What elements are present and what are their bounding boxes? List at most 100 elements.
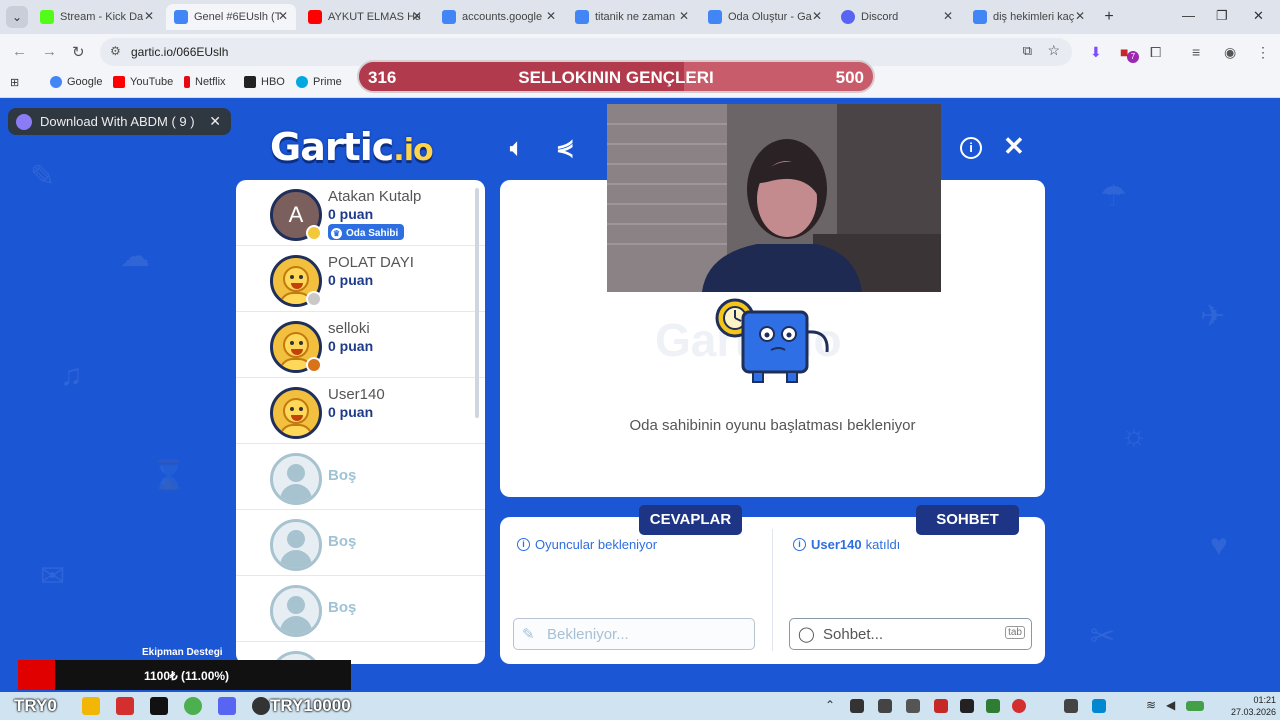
tab-title: Stream - Kick Da	[60, 11, 144, 23]
close-window-button[interactable]: ✕	[1253, 8, 1264, 24]
player-row[interactable]: selloki 0 puan	[236, 312, 485, 378]
extension-badge-count: 7	[1127, 51, 1139, 63]
back-icon[interactable]: ←	[12, 43, 27, 60]
tab-title: Discord	[861, 11, 899, 23]
score-goal: 500	[835, 68, 864, 87]
minimize-button[interactable]: —	[1182, 8, 1195, 23]
background-doodle-icon: ☂	[1100, 180, 1127, 213]
battery-icon[interactable]	[1186, 701, 1204, 711]
extensions-puzzle-icon[interactable]: ⧠	[1150, 44, 1161, 61]
tray-app-icon[interactable]	[906, 699, 920, 713]
tray-app-icon[interactable]	[878, 699, 892, 713]
close-icon[interactable]: ✕	[812, 9, 822, 23]
clock-date: 27.03.2026	[1230, 707, 1276, 717]
tab-title: titanik ne zaman	[595, 11, 676, 23]
tab-youtube[interactable]: AYKUT ELMAS Ha ✕	[300, 4, 430, 30]
extension-icon[interactable]: ⬇	[1090, 44, 1102, 61]
url-text[interactable]: gartic.io/066EUslh	[131, 45, 228, 59]
menu-icon[interactable]: ⋮	[1256, 44, 1270, 61]
bookmark-netflix[interactable]: Netflix	[184, 76, 226, 88]
bookmark-hbo[interactable]: HBO	[244, 76, 285, 88]
player-row[interactable]: A Atakan Kutalp 0 puan ♛ Oda Sahibi	[236, 180, 485, 246]
close-icon[interactable]: ✕	[546, 9, 556, 23]
answer-input[interactable]: ✎ Bekleniyor...	[513, 618, 755, 650]
player-list-scrollbar[interactable]	[475, 188, 479, 418]
extension-badge-icon[interactable]: ■ 7	[1120, 44, 1139, 63]
close-icon[interactable]: ✕	[1075, 9, 1085, 23]
site-info-icon[interactable]: ⚙	[110, 44, 121, 58]
new-tab-button[interactable]: +	[1098, 6, 1120, 28]
close-icon[interactable]: ✕	[679, 9, 689, 23]
gartic-page: ✎ ☁ ♫ ⌛ ✉ ☂ ✈ ☼ ♥ ✂ Download With ABDM (…	[0, 99, 1280, 692]
chat-input[interactable]: ◯ Sohbet... tab	[789, 618, 1032, 650]
tab-titanik[interactable]: titanik ne zaman ✕	[567, 4, 697, 30]
tab-oda[interactable]: Oda Oluştur - Ga ✕	[700, 4, 830, 30]
chat-info: i User140 katıldı	[793, 537, 900, 552]
wifi-icon[interactable]: ≋	[1146, 698, 1156, 712]
profile-icon[interactable]: ◉	[1224, 44, 1236, 61]
reload-icon[interactable]: ↻	[72, 43, 85, 61]
obs-icon[interactable]	[252, 697, 270, 715]
google-icon	[708, 10, 722, 24]
tab-kick[interactable]: Stream - Kick Da ✕	[32, 4, 162, 30]
tab-search-button[interactable]: ⌄	[6, 6, 28, 28]
answers-info-text: Oyuncular bekleniyor	[535, 537, 658, 552]
close-icon[interactable]: ✕	[209, 113, 221, 130]
media-control-icon[interactable]: ≡	[1192, 44, 1200, 60]
info-icon[interactable]: i	[960, 137, 982, 159]
background-doodle-icon: ⌛	[150, 460, 188, 493]
tab-discord[interactable]: Discord ✕	[833, 4, 961, 30]
tray-app-icon[interactable]	[1012, 699, 1026, 713]
ticker-red-block	[18, 660, 55, 690]
maximize-button[interactable]: ❐	[1216, 8, 1228, 24]
close-icon[interactable]: ✕	[1003, 131, 1025, 162]
bookmark-youtube[interactable]: YouTube	[113, 76, 173, 88]
install-app-icon[interactable]: ⧉	[1023, 43, 1032, 59]
tab-title: AYKUT ELMAS Ha	[328, 11, 420, 23]
apps-icon[interactable]: ⊞	[10, 76, 19, 89]
close-icon[interactable]: ✕	[943, 9, 953, 23]
app-icon[interactable]	[150, 697, 168, 715]
player-row[interactable]: POLAT DAYI 0 puan	[236, 246, 485, 312]
bookmark-label: Google	[67, 76, 103, 88]
tray-app-icon[interactable]	[1092, 699, 1106, 713]
bookmark-star-icon[interactable]: ☆	[1047, 42, 1060, 59]
tray-app-icon[interactable]	[850, 699, 864, 713]
tab-dis[interactable]: diş hekimleri kaç ✕	[965, 4, 1093, 30]
file-explorer-icon[interactable]	[82, 697, 100, 715]
download-popup[interactable]: Download With ABDM ( 9 ) ✕	[8, 108, 231, 135]
share-icon[interactable]: ⋞	[556, 135, 574, 161]
background-doodle-icon: ✂	[1090, 620, 1116, 653]
chrome-icon[interactable]	[184, 697, 202, 715]
sound-icon[interactable]: 🔈︎	[510, 135, 523, 161]
clock[interactable]: 01:21 27.03.2026	[1231, 694, 1276, 718]
close-icon[interactable]: ✕	[278, 9, 288, 23]
tab-title: accounts.google	[462, 11, 543, 23]
tab-title: diş hekimleri kaç	[993, 11, 1075, 23]
tray-app-icon[interactable]	[986, 699, 1000, 713]
close-icon[interactable]: ✕	[412, 9, 422, 23]
close-icon[interactable]: ✕	[144, 9, 154, 23]
tab-accounts[interactable]: accounts.google ✕	[434, 4, 564, 30]
player-row[interactable]: User140 0 puan	[236, 378, 485, 444]
background-doodle-icon: ♥	[1210, 529, 1228, 562]
tray-expand-icon[interactable]: ⌃	[825, 698, 835, 712]
donation-ticker: 1100₺ (11.00%)	[18, 660, 351, 690]
tray-app-icon[interactable]	[1064, 699, 1078, 713]
discord-icon[interactable]	[218, 697, 236, 715]
tab-gartic[interactable]: Genel #6EUslh (T ✕	[166, 4, 296, 30]
forward-icon[interactable]: →	[42, 43, 57, 60]
app-icon[interactable]	[116, 697, 134, 715]
pencil-icon: ✎	[522, 626, 535, 643]
kick-icon	[40, 10, 54, 24]
volume-icon[interactable]: ◀	[1166, 698, 1175, 712]
bookmark-prime[interactable]: Prime	[296, 76, 342, 88]
tray-app-icon[interactable]	[934, 699, 948, 713]
empty-slot: Boş	[236, 510, 485, 576]
bookmark-label: Netflix	[195, 76, 226, 88]
ticker-value: 1100₺ (11.00%)	[144, 669, 230, 683]
chat-bubble-icon: ◯	[798, 626, 815, 643]
tray-app-icon[interactable]	[960, 699, 974, 713]
player-score: 0 puan	[328, 206, 374, 222]
bookmark-google[interactable]: Google	[50, 76, 102, 88]
